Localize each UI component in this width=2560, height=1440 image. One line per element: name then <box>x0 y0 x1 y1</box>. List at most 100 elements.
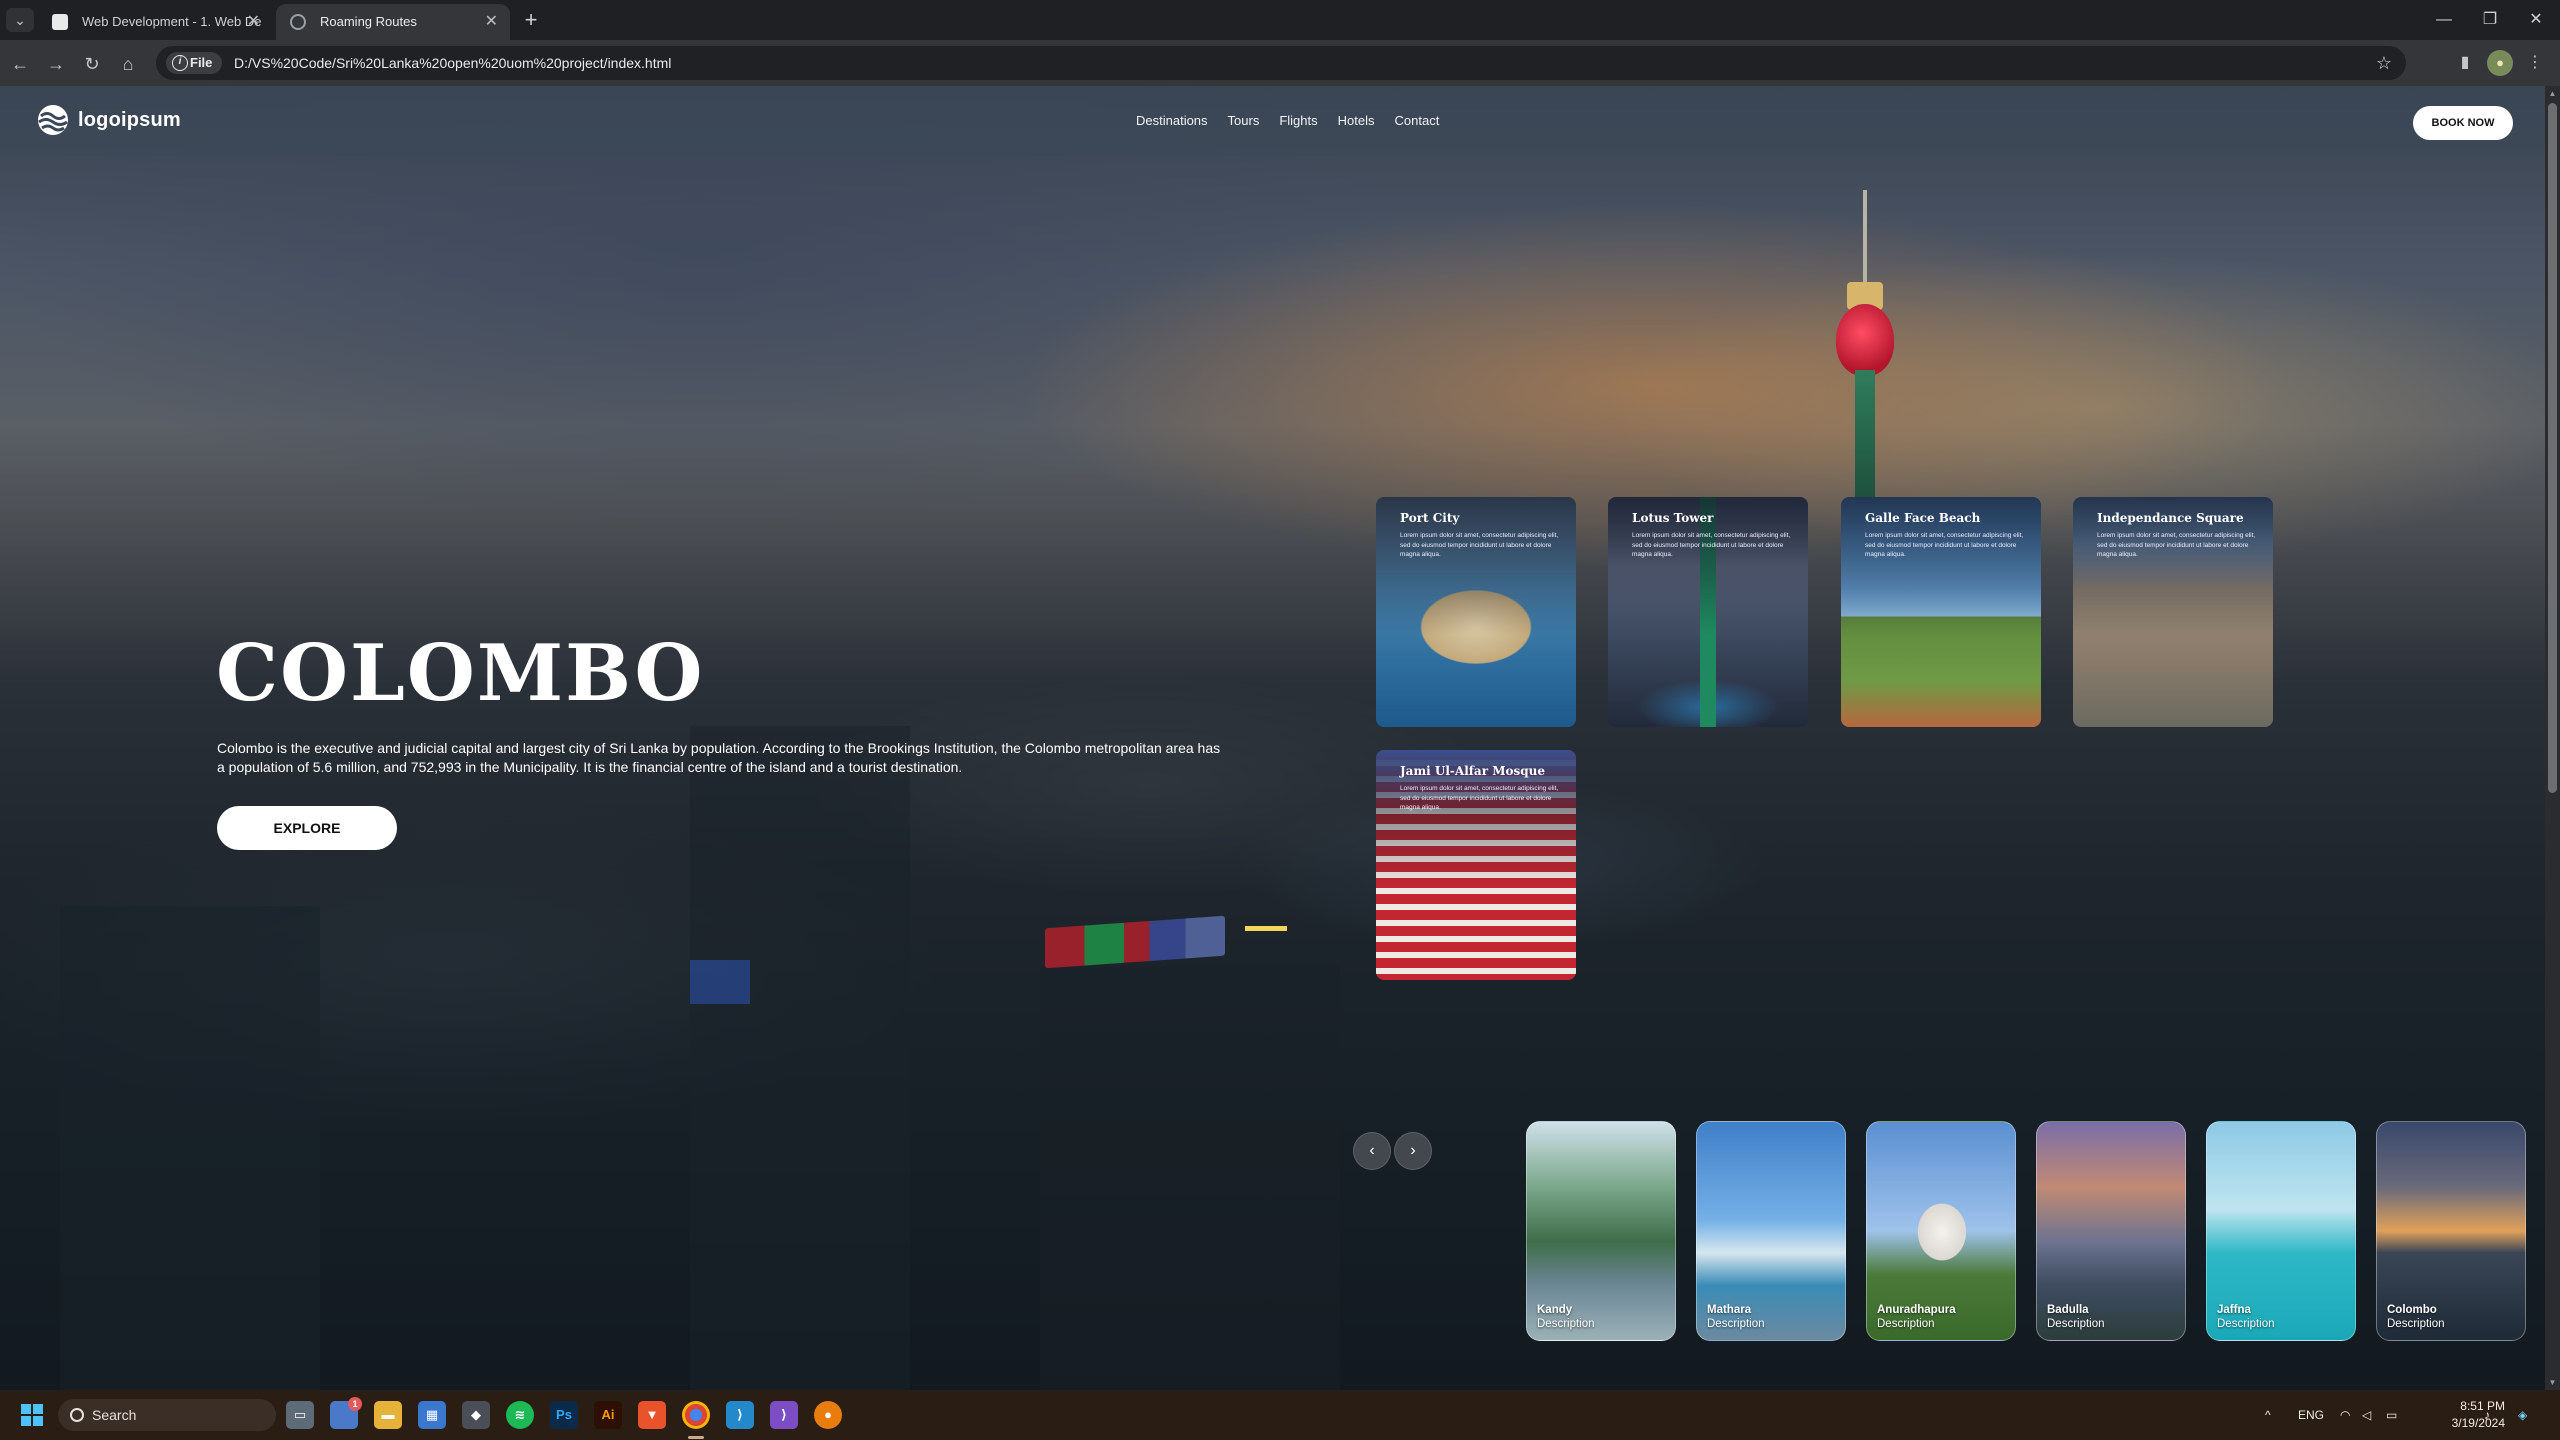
destination-name: Jaffna <box>2217 1304 2251 1316</box>
tray-chevron-icon[interactable]: ^ <box>2265 1390 2271 1440</box>
destination-name: Colombo <box>2387 1304 2437 1316</box>
attraction-card[interactable]: Jami Ul-Alfar Mosque Lorem ipsum dolor s… <box>1376 750 1576 980</box>
browser-tab-bar: ⌄ Web Development - 1. Web De ✕ Roaming … <box>0 0 2560 40</box>
chrome-icon[interactable] <box>682 1401 710 1429</box>
attraction-text: Lorem ipsum dolor sit amet, consectetur … <box>1400 532 1559 558</box>
home-icon[interactable]: ⌂ <box>114 50 142 78</box>
nav-link-destinations[interactable]: Destinations <box>1136 86 1208 156</box>
notifications-bell-icon[interactable]: ♪ <box>2484 1390 2490 1440</box>
brave-icon[interactable]: ▼ <box>638 1401 666 1429</box>
blender-icon[interactable]: ● <box>814 1401 842 1429</box>
restore-icon[interactable]: ❐ <box>2467 0 2513 40</box>
illustrator-icon[interactable]: Ai <box>594 1401 622 1429</box>
bookmark-star-icon[interactable]: ☆ <box>2376 46 2392 80</box>
scroll-up-icon[interactable]: ▲ <box>2545 86 2560 101</box>
battery-icon[interactable]: ▭ <box>2386 1390 2397 1440</box>
destination-card[interactable]: Badulla Description <box>2036 1121 2186 1341</box>
background-building <box>690 726 910 1390</box>
attraction-title: Independance Square <box>2097 511 2244 525</box>
attraction-card[interactable]: Lotus Tower Lorem ipsum dolor sit amet, … <box>1608 497 1808 727</box>
nav-link-tours[interactable]: Tours <box>1228 86 1260 156</box>
app-icon[interactable]: ◆ <box>462 1401 490 1429</box>
street-light <box>1245 926 1287 931</box>
wifi-icon[interactable]: ◠ <box>2340 1390 2350 1440</box>
attraction-card[interactable]: Galle Face Beach Lorem ipsum dolor sit a… <box>1841 497 2041 727</box>
spotify-icon[interactable]: ≋ <box>506 1401 534 1429</box>
taskbar-clock[interactable]: 8:51 PM 3/19/2024 <box>2415 1398 2505 1432</box>
slider-prev-button[interactable]: ‹ <box>1353 1132 1391 1170</box>
background-building <box>60 906 320 1390</box>
destination-card[interactable]: Colombo Description <box>2376 1121 2526 1341</box>
active-app-indicator <box>688 1436 704 1439</box>
vscode-icon[interactable]: ⟩ <box>726 1401 754 1429</box>
nav-link-contact[interactable]: Contact <box>1395 86 1440 156</box>
side-panel-icon[interactable]: ▮ <box>2452 50 2478 76</box>
slider-next-button[interactable]: › <box>1394 1132 1432 1170</box>
teams-icon[interactable]: 1 <box>330 1397 362 1429</box>
url-text[interactable]: D:/VS%20Code/Sri%20Lanka%20open%20uom%20… <box>234 46 671 80</box>
notification-badge: 1 <box>348 1397 362 1411</box>
minimize-icon[interactable]: — <box>2421 0 2467 40</box>
attraction-title: Jami Ul-Alfar Mosque <box>1400 764 1545 778</box>
lotus-tower-spire <box>1863 190 1867 290</box>
book-now-button[interactable]: BOOK NOW <box>2413 106 2513 140</box>
scroll-thumb[interactable] <box>2548 103 2557 793</box>
new-tab-button[interactable]: + <box>518 6 544 34</box>
attraction-card[interactable]: Independance Square Lorem ipsum dolor si… <box>2073 497 2273 727</box>
attraction-text: Lorem ipsum dolor sit amet, consectetur … <box>1632 532 1791 558</box>
nav-link-flights[interactable]: Flights <box>1279 86 1317 156</box>
windows-start-icon[interactable] <box>18 1401 46 1429</box>
destination-card[interactable]: Jaffna Description <box>2206 1121 2356 1341</box>
site-info-chip[interactable]: File <box>166 52 223 74</box>
scroll-down-icon[interactable]: ▼ <box>2545 1375 2560 1390</box>
nav-link-hotels[interactable]: Hotels <box>1338 86 1375 156</box>
copilot-icon[interactable]: ◈ <box>2518 1390 2527 1440</box>
reload-icon[interactable]: ↻ <box>78 50 106 78</box>
page-viewport: logoipsum Destinations Tours Flights Hot… <box>0 86 2545 1390</box>
task-view-icon[interactable]: ▭ <box>286 1401 314 1429</box>
destination-description: Description <box>2217 1318 2275 1330</box>
close-tab-icon[interactable]: ✕ <box>485 4 498 40</box>
visual-studio-icon[interactable]: ⟩ <box>770 1401 798 1429</box>
browser-toolbar: ← → ↻ ⌂ File D:/VS%20Code/Sri%20Lanka%20… <box>0 40 2560 86</box>
browser-tab[interactable]: Web Development - 1. Web De ✕ <box>38 4 272 40</box>
destination-card[interactable]: Kandy Description <box>1526 1121 1676 1341</box>
page-scrollbar[interactable]: ▲ ▼ <box>2545 86 2560 1390</box>
browser-tab-active[interactable]: Roaming Routes ✕ <box>276 4 510 40</box>
profile-avatar[interactable]: ● <box>2487 50 2513 76</box>
destination-description: Description <box>2387 1318 2445 1330</box>
tab-title: Web Development - 1. Web De <box>82 14 262 29</box>
taskbar-search[interactable]: Search <box>58 1399 276 1431</box>
close-tab-icon[interactable]: ✕ <box>247 4 260 40</box>
close-window-icon[interactable]: ✕ <box>2513 0 2559 40</box>
destination-name: Badulla <box>2047 1304 2089 1316</box>
clock-date: 3/19/2024 <box>2451 1416 2505 1430</box>
hero-description: Colombo is the executive and judicial ca… <box>217 740 1221 775</box>
destination-card[interactable]: Mathara Description <box>1696 1121 1846 1341</box>
tab-search-button[interactable]: ⌄ <box>6 8 34 32</box>
attraction-text: Lorem ipsum dolor sit amet, consectetur … <box>2097 532 2256 558</box>
tab-favicon-icon <box>52 14 68 30</box>
back-icon[interactable]: ← <box>6 50 34 78</box>
hero-title: COLOMBO <box>216 628 705 719</box>
windows-taskbar: Search ▭ 1 ▬ ▦ ◆ ≋ Ps Ai ▼ ⟩ ⟩ ● ^ ENG ◠… <box>0 1390 2560 1440</box>
forward-icon[interactable]: → <box>42 50 70 78</box>
destination-card[interactable]: Anuradhapura Description <box>1866 1121 2016 1341</box>
address-bar[interactable]: File D:/VS%20Code/Sri%20Lanka%20open%20u… <box>156 46 2406 80</box>
photoshop-icon[interactable]: Ps <box>550 1401 578 1429</box>
clock-time: 8:51 PM <box>2460 1399 2505 1413</box>
explore-button[interactable]: EXPLORE <box>217 806 397 850</box>
destination-description: Description <box>1537 1318 1595 1330</box>
volume-icon[interactable]: ◁ <box>2362 1390 2371 1440</box>
language-indicator[interactable]: ENG <box>2298 1390 2324 1440</box>
site-header: logoipsum Destinations Tours Flights Hot… <box>0 86 2545 156</box>
store-icon[interactable]: ▦ <box>418 1401 446 1429</box>
attraction-text: Lorem ipsum dolor sit amet, consectetur … <box>1865 532 2024 558</box>
more-menu-icon[interactable]: ⋮ <box>2522 50 2548 76</box>
tab-title: Roaming Routes <box>320 14 417 29</box>
file-explorer-icon[interactable]: ▬ <box>374 1401 402 1429</box>
attraction-title: Port City <box>1400 511 1460 525</box>
attraction-card[interactable]: Port City Lorem ipsum dolor sit amet, co… <box>1376 497 1576 727</box>
attraction-title: Lotus Tower <box>1632 511 1714 525</box>
destination-name: Anuradhapura <box>1877 1304 1956 1316</box>
